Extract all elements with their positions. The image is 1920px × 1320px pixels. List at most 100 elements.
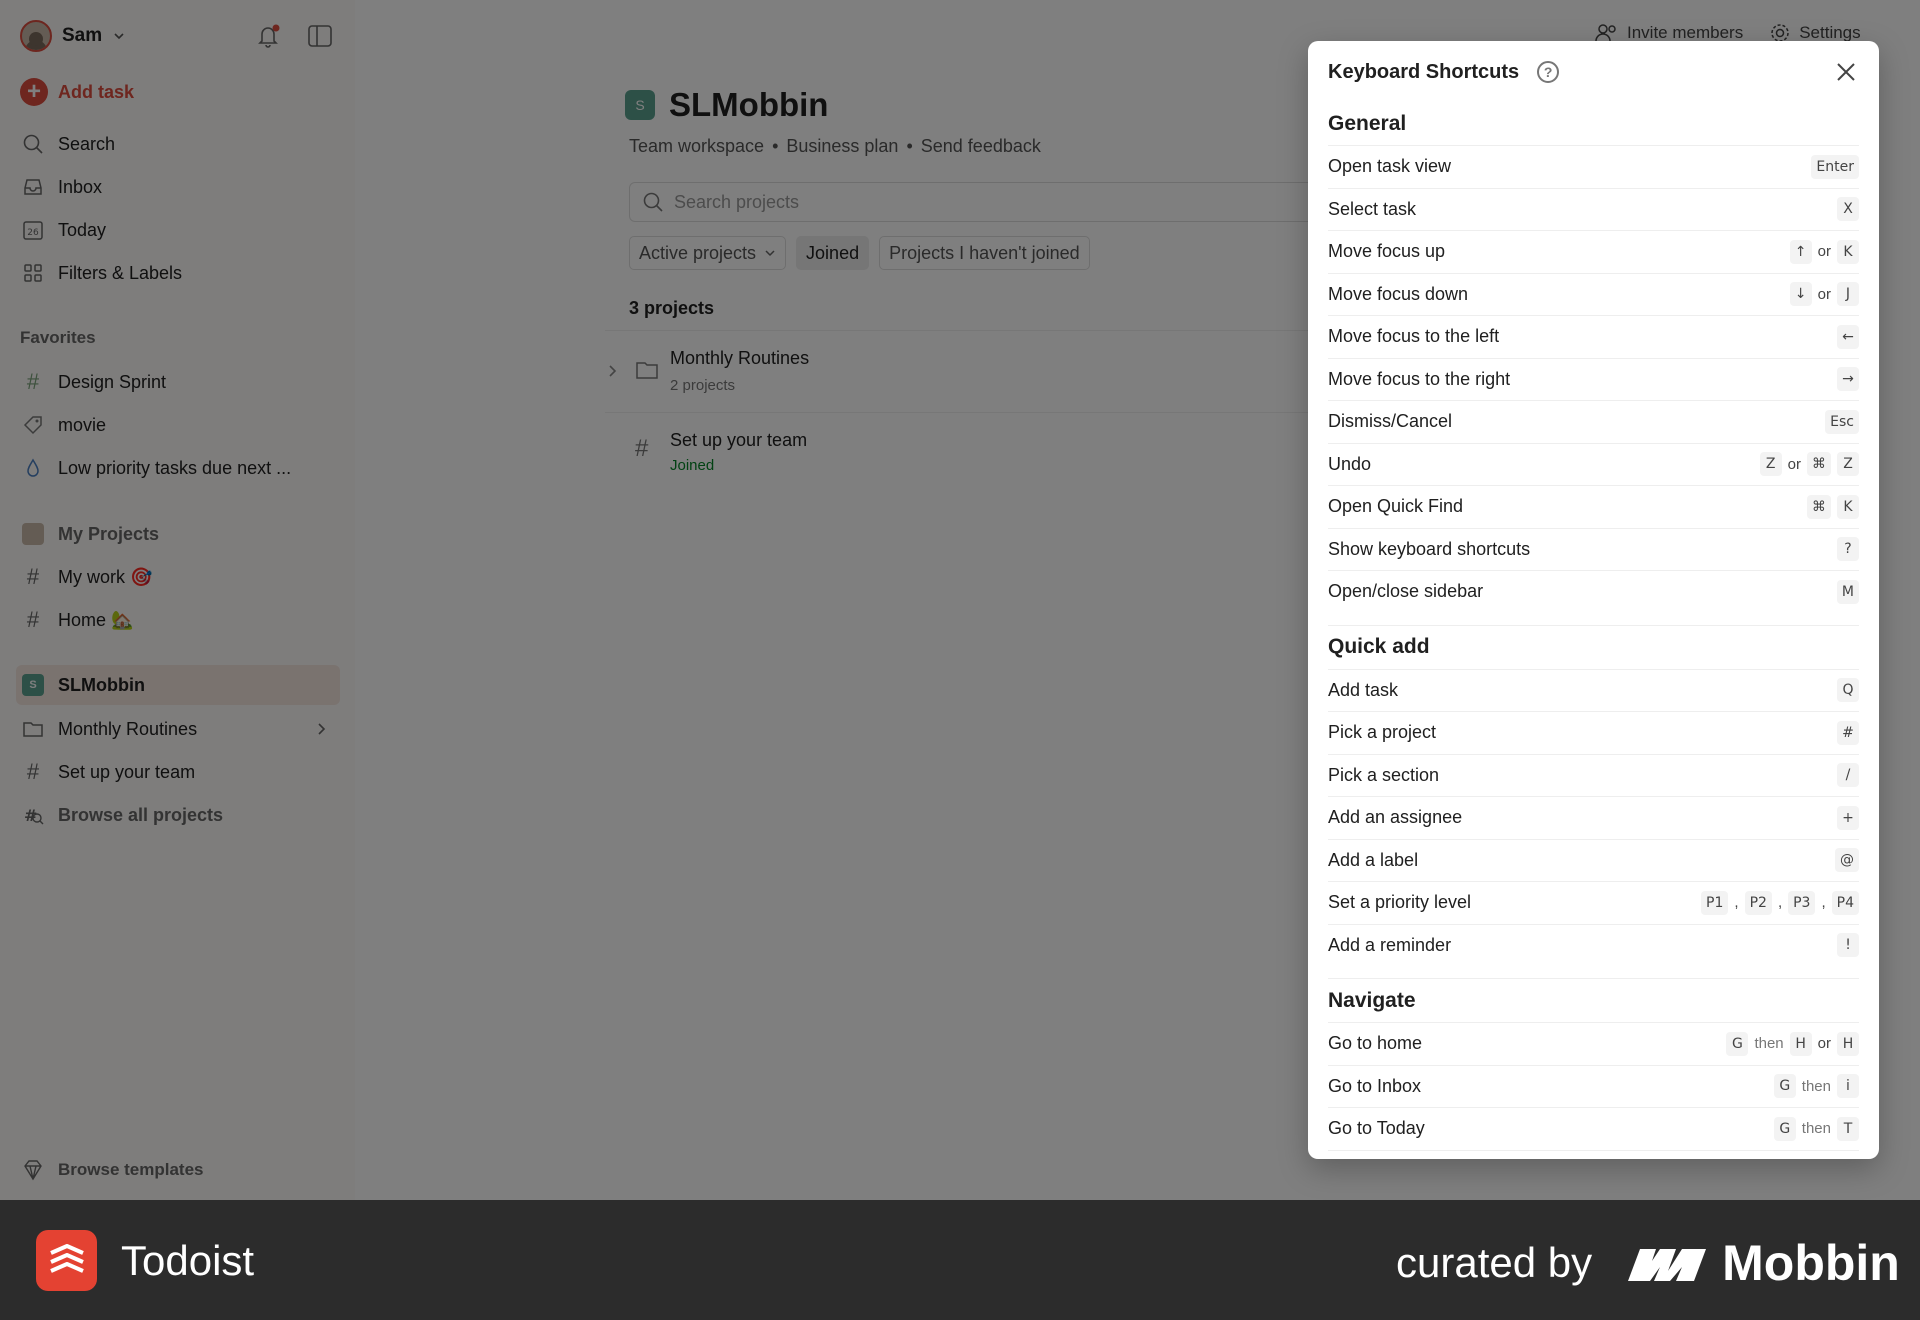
key-cap: X [1837, 197, 1859, 222]
shortcut-row: Open task view Enter [1328, 145, 1859, 188]
shortcut-keys: Gthen i [1773, 1074, 1859, 1099]
key-cap: Q [1837, 678, 1859, 703]
shortcut-row: Show keyboard shortcuts? [1328, 527, 1859, 571]
shortcut-keys: Gthen T [1773, 1116, 1859, 1141]
app-brand: Todoist [36, 1230, 254, 1291]
key-cap: K [1837, 494, 1859, 519]
shortcut-keys: ! [1837, 933, 1859, 958]
shortcut-row: Open/close sidebar M [1328, 570, 1859, 613]
shortcut-keys: ? [1837, 537, 1859, 562]
key-cap: G [1726, 1031, 1749, 1056]
shortcut-label: Go to Today [1328, 1118, 1425, 1139]
shortcut-label: Add an assignee [1328, 807, 1463, 828]
shortcut-row: Move focus to the right → [1328, 357, 1859, 401]
shortcut-row: Go to Inbox Gthen i [1328, 1064, 1859, 1108]
shortcut-row: Go to home Gthen Hor H [1328, 1022, 1859, 1065]
key-separator: or [1817, 243, 1831, 261]
key-separator: , [1821, 894, 1826, 912]
curator-name: Mobbin [1722, 1235, 1900, 1291]
shortcut-label: Select task [1328, 198, 1417, 219]
shortcut-label: Open Quick Find [1328, 496, 1464, 517]
todoist-logo-icon [36, 1230, 97, 1291]
help-icon[interactable]: ? [1537, 61, 1560, 83]
key-cap: Enter [1811, 154, 1859, 179]
key-cap: + [1837, 805, 1859, 830]
shortcut-keys: Q [1837, 678, 1859, 703]
key-separator: , [1777, 894, 1783, 912]
shortcut-row: Pick a project # [1328, 711, 1859, 754]
shortcut-row: Add a label @ [1328, 838, 1859, 882]
key-cap: T [1837, 1116, 1859, 1141]
shortcut-keys: ↑ or K [1789, 239, 1859, 264]
key-cap: H [1837, 1031, 1859, 1056]
key-cap: i [1837, 1074, 1859, 1099]
key-separator: or [1817, 285, 1831, 303]
shortcut-row: Set a priority level P1, P2, P3, P4 [1328, 881, 1859, 924]
shortcut-row: Undo Zor ⌘ Z [1328, 442, 1859, 486]
shortcut-row: Move focus up ↑ or K [1328, 230, 1859, 273]
shortcut-label: Add a reminder [1328, 934, 1452, 955]
shortcut-label: Pick a section [1328, 764, 1440, 785]
curated-by: curated by Mobbin [1396, 1234, 1900, 1292]
shortcut-label: Add task [1328, 679, 1399, 700]
shortcut-keys: Zor ⌘ Z [1759, 452, 1859, 477]
app-name: Todoist [121, 1236, 255, 1284]
key-cap: G [1773, 1116, 1796, 1141]
shortcut-section-title: Quick add [1328, 624, 1859, 669]
shortcut-row: Add task Q [1328, 668, 1859, 712]
shortcut-row: Pick a section / [1328, 753, 1859, 797]
shortcut-label: Go to Inbox [1328, 1075, 1422, 1096]
key-then: then [1801, 1077, 1831, 1095]
shortcut-keys: X [1837, 197, 1859, 222]
shortcut-section-title: General [1328, 112, 1407, 135]
key-cap: @ [1835, 848, 1859, 873]
key-cap: ← [1837, 324, 1859, 349]
key-cap: ? [1837, 537, 1859, 562]
shortcut-label: Move focus down [1328, 283, 1469, 304]
key-cap: ! [1837, 933, 1859, 958]
shortcut-row: Go to Today Gthen T [1328, 1107, 1859, 1150]
key-cap: H [1789, 1031, 1812, 1056]
shortcut-keys: → [1837, 367, 1859, 392]
shortcut-keys: ← [1837, 324, 1859, 349]
key-cap: # [1837, 720, 1859, 745]
close-icon[interactable] [1833, 59, 1859, 85]
shortcut-keys: + [1837, 805, 1859, 830]
key-cap: G [1773, 1074, 1796, 1099]
shortcut-label: Go to home [1328, 1033, 1423, 1054]
shortcut-label: Open/close sidebar [1328, 581, 1484, 602]
key-then: then [1801, 1120, 1831, 1138]
todoist-app: Sam + Add task Search Inbox 26 Today [0, 0, 1920, 1200]
key-cap: Z [1837, 452, 1859, 477]
shortcut-keys: ⌘ K [1807, 494, 1859, 519]
shortcut-label: Pick a project [1328, 722, 1437, 743]
key-cap: → [1837, 367, 1859, 392]
footer-banner: Todoist curated by Mobbin [0, 1200, 1920, 1320]
key-cap: ↓ [1789, 282, 1812, 307]
shortcut-label: Open task view [1328, 156, 1452, 177]
shortcut-row: Move focus to the left ← [1328, 315, 1859, 358]
shortcut-keys: Enter [1811, 154, 1859, 179]
key-cap: J [1837, 282, 1859, 307]
shortcut-keys: M [1836, 579, 1859, 604]
mobbin-brand: Mobbin [1626, 1234, 1900, 1292]
shortcut-row: Open Quick Find ⌘ K [1328, 485, 1859, 528]
key-cap: P3 [1788, 890, 1816, 915]
shortcuts-list[interactable]: General Open task view Enter Select task X Mo… [1328, 103, 1859, 1159]
shortcut-row: Go to UpcomingGthenU [1328, 1149, 1859, 1160]
key-cap: Z [1759, 452, 1782, 477]
shortcut-label: Move focus to the left [1328, 326, 1500, 347]
shortcut-row: Select task X [1328, 187, 1859, 231]
key-cap: P4 [1831, 890, 1859, 915]
shortcut-keys: ↓ or J [1789, 282, 1859, 307]
key-cap: ⌘ [1807, 452, 1831, 477]
shortcut-keys: @ [1835, 848, 1859, 873]
shortcut-row: Add a reminder! [1328, 923, 1859, 967]
shortcut-row: Move focus down ↓ or J [1328, 272, 1859, 316]
shortcut-label: Move focus up [1328, 241, 1446, 262]
key-cap: Esc [1825, 409, 1859, 434]
key-cap: ⌘ [1807, 494, 1831, 519]
shortcut-label: Show keyboard shortcuts [1328, 538, 1531, 559]
key-cap: P1 [1701, 890, 1729, 915]
shortcut-row: Dismiss/Cancel Esc [1328, 400, 1859, 443]
